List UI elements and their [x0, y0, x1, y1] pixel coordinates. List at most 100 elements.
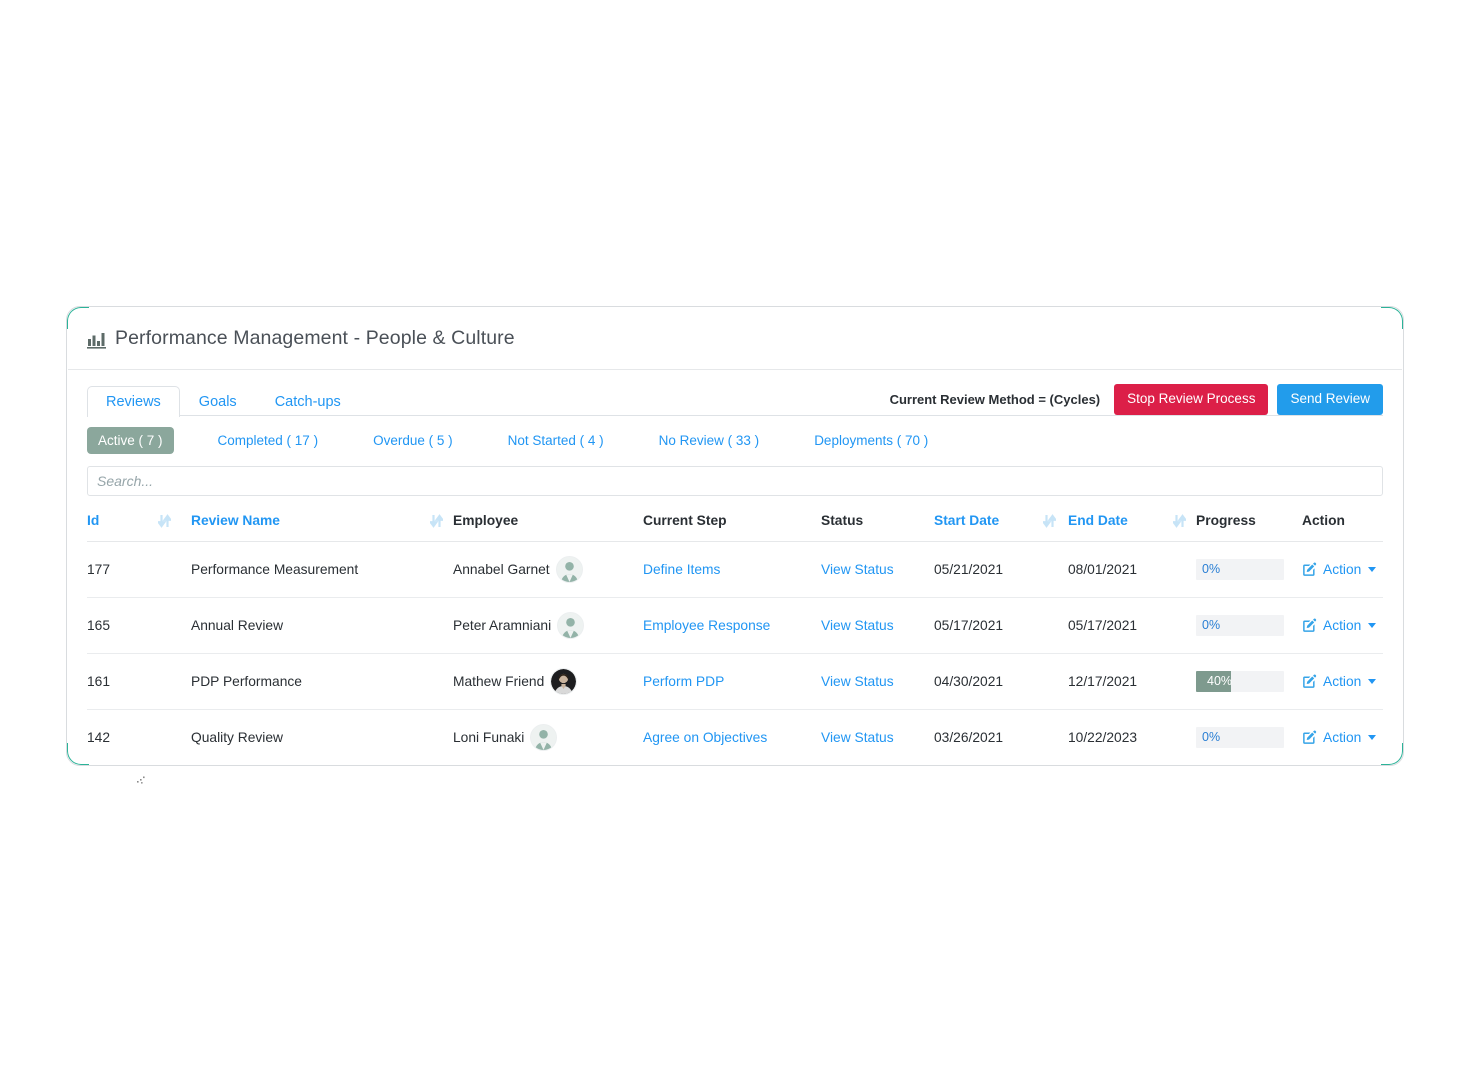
progress-value: 0%: [1202, 618, 1221, 632]
column-header-progress: Progress: [1196, 496, 1302, 542]
column-header-employee: Employee: [453, 496, 643, 542]
column-header-start-date[interactable]: Start Date: [934, 496, 1034, 542]
action-dropdown-button[interactable]: Action: [1302, 730, 1383, 745]
cell-spacer: [1034, 597, 1068, 654]
cell-spacer: [149, 653, 191, 710]
table-row: 161 PDP Performance Mathew Friend Perform P…: [87, 653, 1383, 710]
sort-id[interactable]: [149, 496, 191, 542]
stop-review-process-button[interactable]: Stop Review Process: [1114, 384, 1269, 415]
cell-spacer: [149, 597, 191, 654]
cell-id: 177: [87, 541, 149, 598]
screen-root: Performance Management - People & Cultur…: [0, 0, 1480, 1081]
current-review-method-label: Current Review Method = (Cycles): [889, 391, 1101, 407]
current-step-link[interactable]: Perform PDP: [643, 674, 724, 689]
cell-spacer: [421, 709, 453, 764]
avatar: [555, 556, 583, 583]
cell-status: View Status: [821, 597, 934, 654]
filter-active[interactable]: Active ( 7 ): [87, 427, 174, 454]
view-status-link[interactable]: View Status: [821, 562, 894, 577]
progress-value: 40%: [1207, 674, 1233, 688]
cell-employee: Annabel Garnet: [453, 541, 643, 598]
employee-name: Mathew Friend: [453, 674, 545, 689]
cell-id: 161: [87, 653, 149, 710]
employee-name: Annabel Garnet: [453, 562, 550, 577]
cell-spacer: [421, 541, 453, 598]
column-header-review-name[interactable]: Review Name: [191, 496, 421, 542]
filter-overdue[interactable]: Overdue ( 5 ): [362, 427, 464, 454]
status-filter-pills: Active ( 7 ) Completed ( 17 ) Overdue ( …: [68, 416, 1402, 454]
tab-catch-ups[interactable]: Catch-ups: [256, 386, 360, 418]
cell-status: View Status: [821, 709, 934, 764]
view-status-link[interactable]: View Status: [821, 730, 894, 745]
sort-arrows-icon: [156, 514, 173, 531]
filter-completed[interactable]: Completed ( 17 ): [207, 427, 330, 454]
performance-management-card: Performance Management - People & Cultur…: [66, 306, 1404, 766]
employee-name: Peter Aramniani: [453, 618, 552, 633]
cell-current-step: Employee Response: [643, 597, 821, 654]
progress-value: 0%: [1202, 730, 1221, 744]
chevron-down-icon: [1368, 679, 1377, 684]
current-step-link[interactable]: Agree on Objectives: [643, 730, 767, 745]
cell-employee: Peter Aramniani: [453, 597, 643, 654]
cell-action: Action: [1302, 597, 1383, 654]
column-header-end-date[interactable]: End Date: [1068, 496, 1164, 542]
action-dropdown-button[interactable]: Action: [1302, 674, 1383, 689]
cell-progress: 0%: [1196, 597, 1302, 654]
sort-end-date[interactable]: [1164, 496, 1196, 542]
tab-reviews[interactable]: Reviews: [87, 385, 180, 417]
cell-start-date: 05/17/2021: [934, 597, 1034, 654]
cell-spacer: [1164, 653, 1196, 710]
cell-end-date: 05/17/2021: [1068, 597, 1164, 654]
cell-action: Action: [1302, 653, 1383, 710]
chevron-down-icon: [1368, 567, 1377, 572]
table-row: 177 Performance Measurement Annabel Garnet…: [87, 541, 1383, 598]
action-dropdown-button[interactable]: Action: [1302, 562, 1383, 577]
column-header-status: Status: [821, 496, 934, 542]
card-inner: Performance Management - People & Cultur…: [68, 308, 1402, 764]
tab-goals[interactable]: Goals: [180, 386, 256, 418]
search-input[interactable]: [87, 466, 1383, 496]
cell-employee: Mathew Friend: [453, 653, 643, 710]
cell-spacer: [421, 653, 453, 710]
cell-current-step: Define Items: [643, 541, 821, 598]
edit-square-icon: [1302, 674, 1317, 689]
edit-square-icon: [1302, 618, 1317, 633]
employee-name: Loni Funaki: [453, 730, 525, 745]
cell-action: Action: [1302, 709, 1383, 764]
filter-deployments[interactable]: Deployments ( 70 ): [803, 427, 939, 454]
filter-no-review[interactable]: No Review ( 33 ): [648, 427, 771, 454]
action-label: Action: [1323, 730, 1362, 745]
header-actions: Current Review Method = (Cycles) Stop Re…: [890, 384, 1383, 415]
view-status-link[interactable]: View Status: [821, 674, 894, 689]
filter-not-started[interactable]: Not Started ( 4 ): [497, 427, 615, 454]
send-review-button[interactable]: Send Review: [1277, 384, 1383, 415]
cell-status: View Status: [821, 653, 934, 710]
cell-spacer: [1034, 653, 1068, 710]
cell-review-name: Quality Review: [191, 709, 421, 764]
column-header-action: Action: [1302, 496, 1383, 542]
cell-review-name: PDP Performance: [191, 653, 421, 710]
column-header-id[interactable]: Id: [87, 496, 149, 542]
sort-start-date[interactable]: [1034, 496, 1068, 542]
chevron-down-icon: [1368, 735, 1377, 740]
view-status-link[interactable]: View Status: [821, 618, 894, 633]
cell-spacer: [1164, 709, 1196, 764]
cursor-artifact: [136, 772, 150, 784]
cell-end-date: 10/22/2023: [1068, 709, 1164, 764]
cell-progress: 0%: [1196, 541, 1302, 598]
current-step-link[interactable]: Employee Response: [643, 618, 770, 633]
cell-end-date: 08/01/2021: [1068, 541, 1164, 598]
progress-bar: 0%: [1196, 727, 1284, 748]
edit-square-icon: [1302, 562, 1317, 577]
action-label: Action: [1323, 562, 1362, 577]
table-row: 142 Quality Review Loni Funaki Agree on Obj…: [87, 709, 1383, 764]
cell-progress: 40%: [1196, 653, 1302, 710]
table-body: 177 Performance Measurement Annabel Garnet…: [87, 541, 1383, 764]
action-dropdown-button[interactable]: Action: [1302, 618, 1383, 633]
current-step-link[interactable]: Define Items: [643, 562, 720, 577]
cell-spacer: [421, 597, 453, 654]
page-title: Performance Management - People & Cultur…: [115, 327, 515, 349]
sort-review-name[interactable]: [421, 496, 453, 542]
cell-start-date: 03/26/2021: [934, 709, 1034, 764]
cell-progress: 0%: [1196, 709, 1302, 764]
